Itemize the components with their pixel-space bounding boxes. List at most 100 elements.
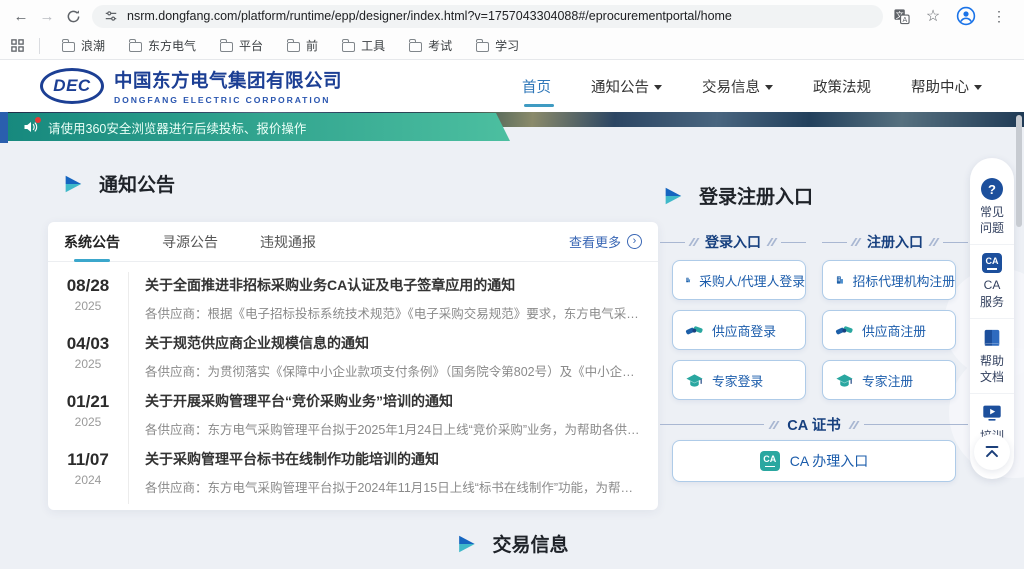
nav-trade-info[interactable]: 交易信息	[702, 70, 773, 103]
folder-icon	[476, 42, 489, 52]
notice-desc: 各供应商：东方电气采购管理平台拟于2025年1月24日上线“竞价采购”业务，为帮…	[145, 419, 642, 438]
bookmark-folder-tools[interactable]: 工具	[334, 34, 393, 57]
supplier-login-button[interactable]: 供应商登录	[672, 310, 806, 350]
apps-grid-icon[interactable]	[10, 38, 25, 53]
bookmark-folder-langchao[interactable]: 浪潮	[54, 34, 113, 57]
notice-date: 08/28 2025	[48, 272, 128, 330]
bookmark-folder-front[interactable]: 前	[279, 34, 326, 57]
handshake-icon	[835, 321, 854, 340]
main-content: 通知公告 系统公告 寻源公告 违规通报 查看更多 › 08/28 2025 关于…	[0, 148, 1024, 569]
section-arrow-icon	[455, 533, 477, 555]
back-to-top-button[interactable]	[974, 434, 1010, 470]
graduation-cap-icon	[835, 371, 854, 390]
main-nav: 首页 通知公告 交易信息 政策法规 帮助中心	[522, 70, 982, 103]
translate-icon[interactable]: 文A	[893, 8, 910, 25]
supplier-register-button[interactable]: 供应商注册	[822, 310, 956, 350]
nav-policies[interactable]: 政策法规	[813, 70, 871, 103]
forward-icon[interactable]: →	[34, 3, 60, 29]
button-label: 供应商登录	[712, 321, 776, 340]
nav-label: 首页	[522, 76, 551, 97]
bookmark-folder-study[interactable]: 学习	[468, 34, 527, 57]
divider	[39, 38, 40, 54]
sidebar-item-faq[interactable]: ? 常见问题	[970, 170, 1014, 244]
chrome-menu-icon[interactable]: ⋮	[986, 3, 1012, 29]
sidebar-item-label: 帮助文档	[978, 353, 1006, 385]
ca-cert-label: CA 证书	[660, 414, 968, 435]
company-logo[interactable]: DEC 中国东方电气集团有限公司 DONGFANG ELECTRIC CORPO…	[40, 67, 342, 105]
nav-help-center[interactable]: 帮助中心	[911, 70, 982, 103]
list-item[interactable]: 08/28 2025 关于全面推进非招标采购业务CA认证及电子签章应用的通知 各…	[48, 272, 658, 330]
bookmark-label: 考试	[428, 37, 452, 54]
reload-icon[interactable]	[60, 3, 86, 29]
sidebar-item-help-docs[interactable]: 帮助文档	[970, 318, 1014, 393]
company-name-cn: 中国东方电气集团有限公司	[114, 67, 342, 93]
bookmark-label: 东方电气	[148, 37, 196, 54]
address-bar[interactable]: nsrm.dongfang.com/platform/runtime/epp/d…	[92, 5, 883, 28]
login-col-title: 登录入口	[703, 232, 763, 252]
dec-logo-icon: DEC	[40, 68, 104, 104]
view-more-link[interactable]: 查看更多 ›	[569, 232, 642, 251]
decor-slashes	[851, 238, 861, 246]
notices-card: 系统公告 寻源公告 违规通报 查看更多 › 08/28 2025 关于全面推进非…	[48, 222, 658, 510]
scrollbar[interactable]	[1016, 115, 1022, 227]
bookmark-folder-platform[interactable]: 平台	[212, 34, 271, 57]
notice-date: 04/03 2025	[48, 330, 128, 388]
tab-sourcing-notices[interactable]: 寻源公告	[162, 221, 218, 262]
ca-badge-icon: CA	[760, 451, 780, 471]
bidding-agency-register-button[interactable]: 招标代理机构注册	[822, 260, 956, 300]
bookmark-label: 平台	[239, 37, 263, 54]
folder-icon	[129, 42, 142, 52]
bookmark-star-icon[interactable]: ☆	[920, 3, 946, 29]
decor-slashes	[769, 421, 779, 429]
handshake-icon	[685, 321, 704, 340]
nav-label: 政策法规	[813, 76, 871, 97]
notice-title[interactable]: 关于全面推进非招标采购业务CA认证及电子签章应用的通知	[145, 275, 642, 295]
tab-violation-reports[interactable]: 违规通报	[260, 221, 316, 262]
ca-card-icon: CA	[982, 253, 1002, 273]
expert-login-button[interactable]: 专家登录	[672, 360, 806, 400]
folder-icon	[287, 42, 300, 52]
notice-day: 11/07	[48, 450, 128, 470]
url-text[interactable]: nsrm.dongfang.com/platform/runtime/epp/d…	[127, 9, 732, 23]
notices-section-header: 通知公告	[62, 170, 175, 197]
button-label: 专家注册	[862, 371, 913, 390]
section-arrow-icon	[662, 185, 684, 207]
list-item[interactable]: 11/07 2024 关于采购管理平台标书在线制作功能培训的通知 各供应商：东方…	[48, 446, 658, 504]
list-item[interactable]: 01/21 2025 关于开展采购管理平台“竞价采购业务”培训的通知 各供应商：…	[48, 388, 658, 446]
folder-icon	[220, 42, 233, 52]
section-title: 通知公告	[99, 170, 175, 197]
folder-icon	[409, 42, 422, 52]
bookmark-folder-dongfang[interactable]: 东方电气	[121, 34, 204, 57]
section-arrow-icon	[62, 173, 84, 195]
notice-title[interactable]: 关于规范供应商企业规模信息的通知	[145, 333, 642, 353]
notice-date: 01/21 2025	[48, 388, 128, 446]
purchaser-agent-login-button[interactable]: 采购人/代理人登录	[672, 260, 806, 300]
tab-system-notices[interactable]: 系统公告	[64, 221, 120, 262]
site-settings-icon[interactable]	[104, 9, 118, 23]
list-item[interactable]: 04/03 2025 关于规范供应商企业规模信息的通知 各供应商：为贯彻落实《保…	[48, 330, 658, 388]
nav-label: 通知公告	[591, 76, 649, 97]
announcement-ticker[interactable]: 请使用360安全浏览器进行后续投标、报价操作	[8, 113, 510, 141]
sidebar-item-ca-service[interactable]: CA CA服务	[970, 244, 1014, 317]
button-label: 供应商注册	[862, 321, 926, 340]
hero-banner: 请使用360安全浏览器进行后续投标、报价操作	[0, 112, 1024, 148]
back-icon[interactable]: ←	[8, 3, 34, 29]
sidebar-item-label: 常见问题	[978, 204, 1006, 236]
bookmark-folder-exam[interactable]: 考试	[401, 34, 460, 57]
profile-avatar-icon[interactable]	[956, 6, 976, 26]
notice-title[interactable]: 关于采购管理平台标书在线制作功能培训的通知	[145, 449, 642, 469]
nav-notices[interactable]: 通知公告	[591, 70, 662, 103]
speaker-icon	[22, 119, 38, 135]
ca-apply-button[interactable]: CA CA 办理入口	[672, 440, 956, 482]
notice-title[interactable]: 关于开展采购管理平台“竞价采购业务”培训的通知	[145, 391, 642, 411]
notice-list: 08/28 2025 关于全面推进非招标采购业务CA认证及电子签章应用的通知 各…	[48, 262, 658, 504]
sidebar-item-label: CA服务	[978, 277, 1006, 309]
nav-home[interactable]: 首页	[522, 70, 551, 103]
view-more-label: 查看更多	[569, 232, 621, 251]
bookmark-label: 学习	[495, 37, 519, 54]
building-icon	[835, 271, 845, 289]
expert-register-button[interactable]: 专家注册	[822, 360, 956, 400]
login-column-labels: 登录入口 注册入口	[660, 232, 968, 252]
decor-slashes	[849, 421, 859, 429]
company-name-en: DONGFANG ELECTRIC CORPORATION	[114, 95, 342, 105]
